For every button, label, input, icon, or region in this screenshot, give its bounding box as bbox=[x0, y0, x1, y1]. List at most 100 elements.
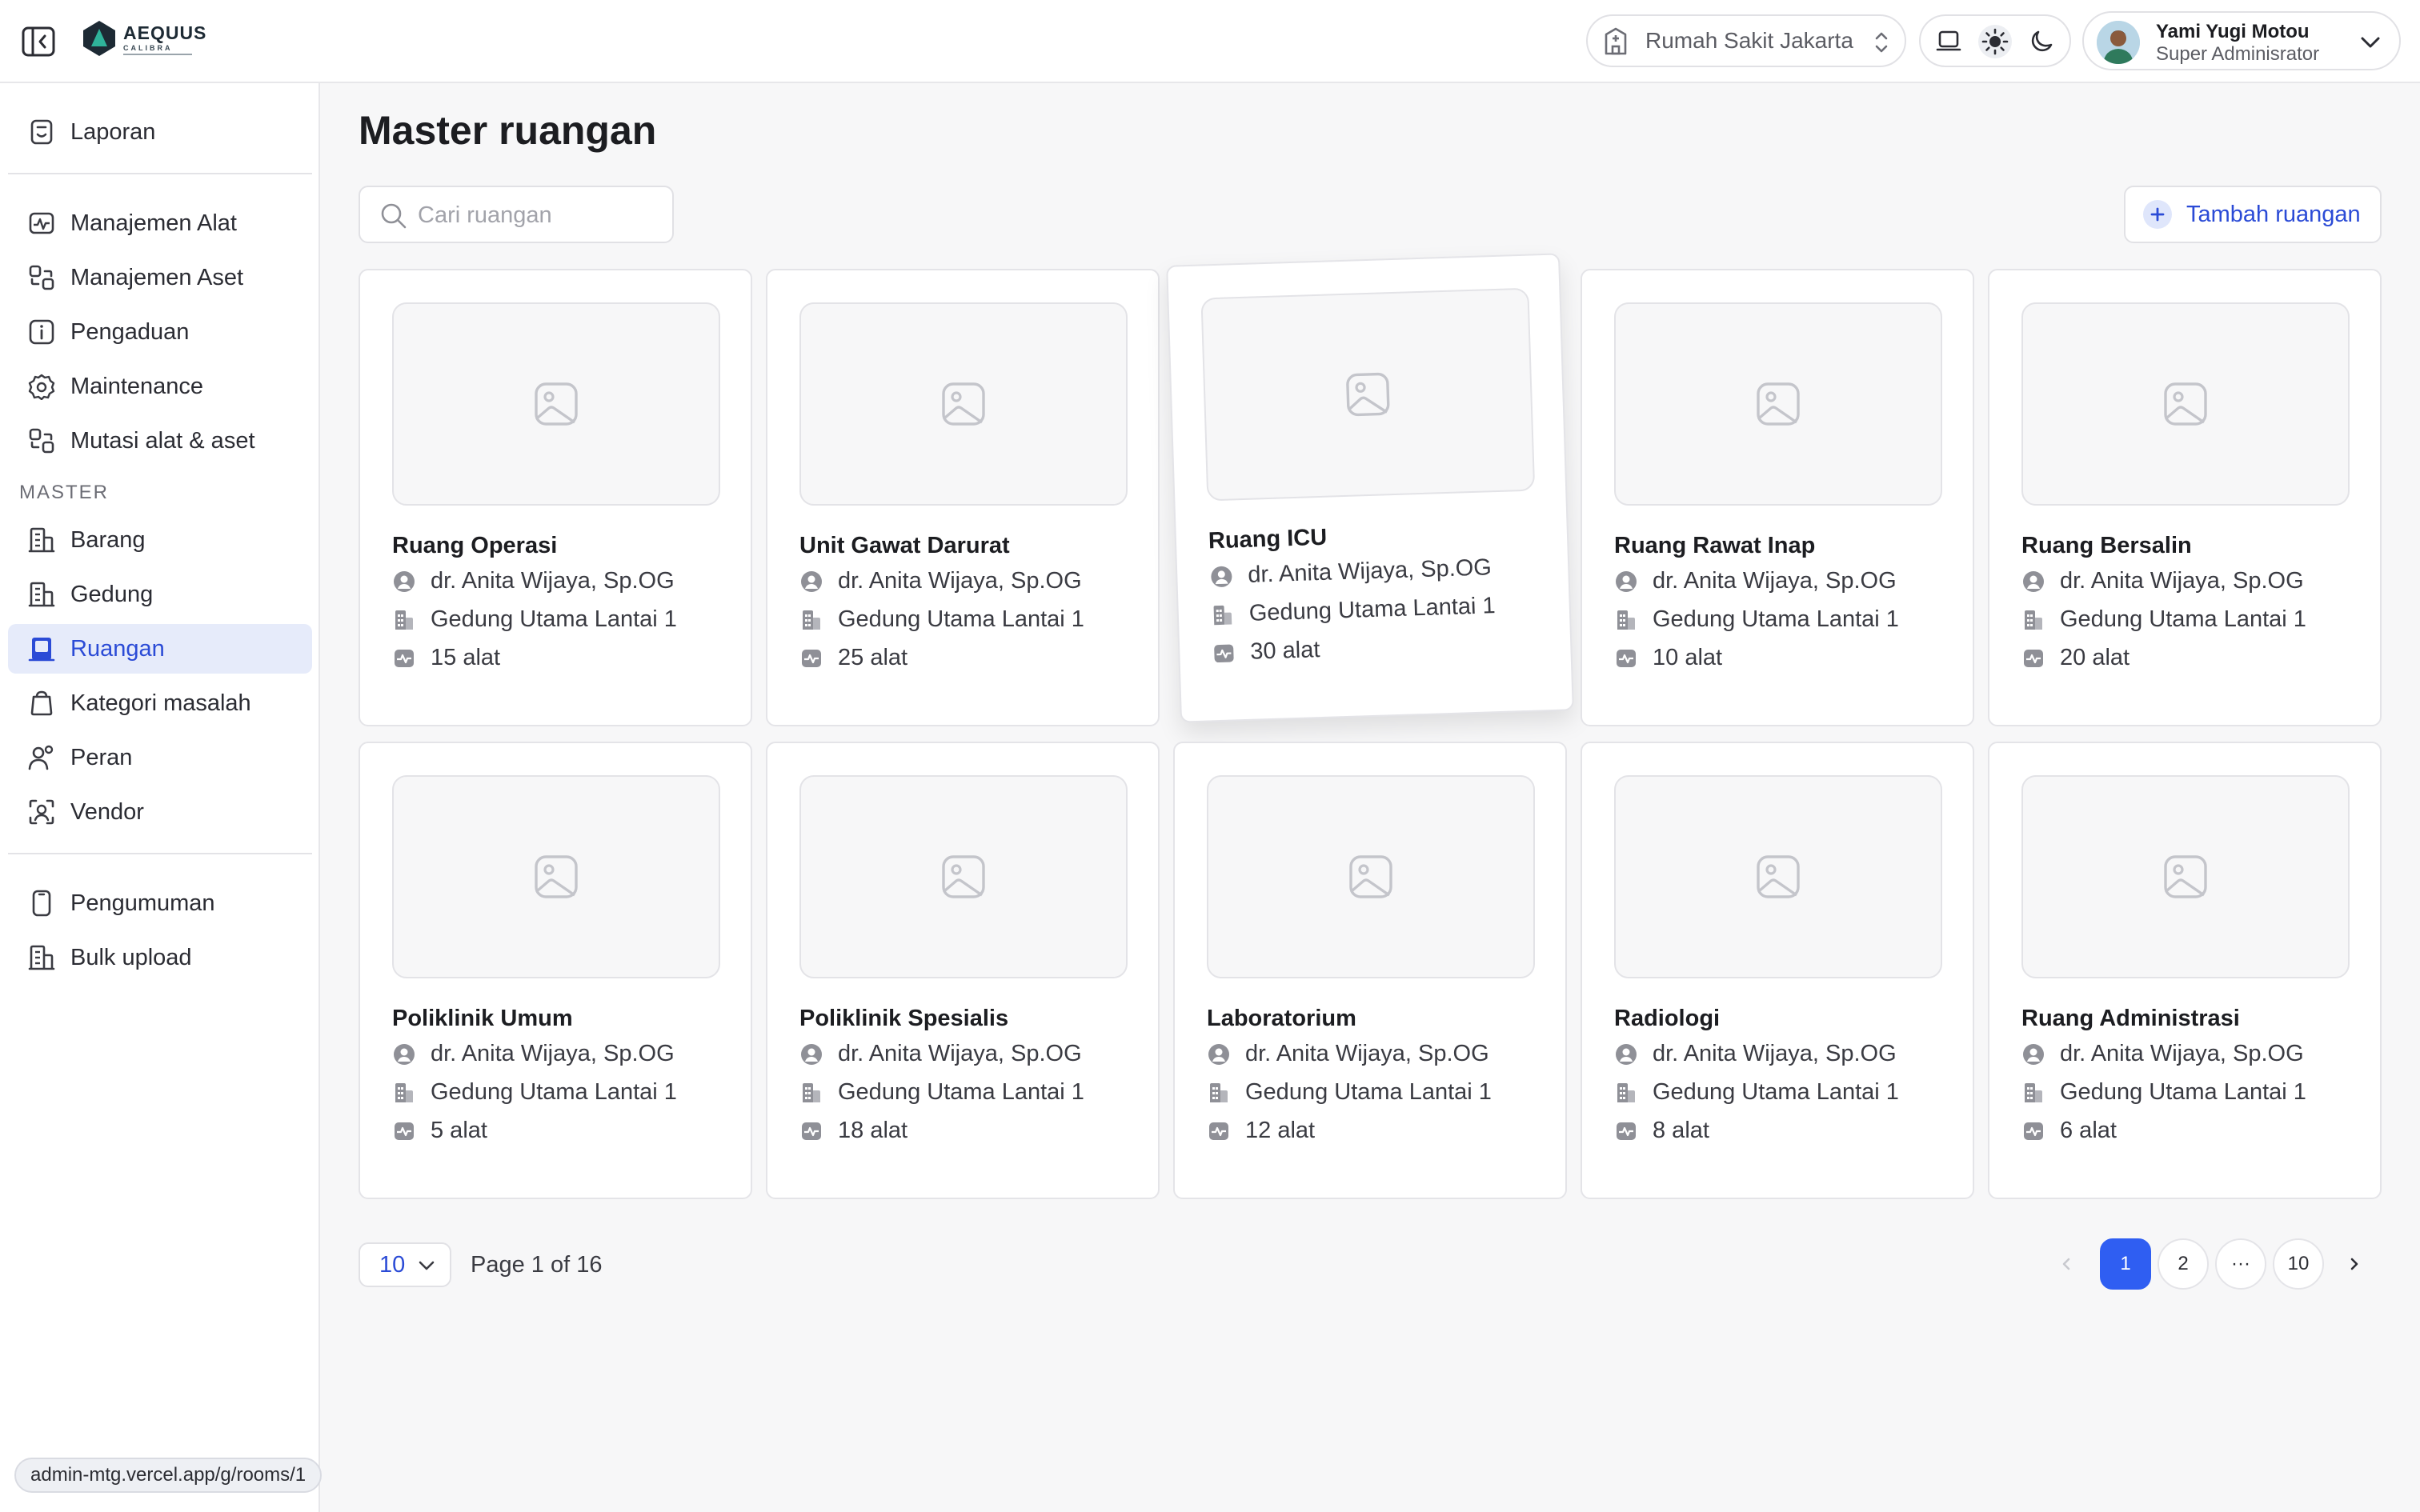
logo-text: AEQUUS bbox=[123, 22, 207, 43]
sidebar-item-pengaduan[interactable]: Pengaduan bbox=[8, 307, 312, 357]
search-box bbox=[359, 186, 674, 243]
page-button-1[interactable]: 1 bbox=[2100, 1238, 2151, 1290]
room-pic: dr. Anita Wijaya, Sp.OG bbox=[2021, 568, 2304, 594]
sidebar-item-laporan[interactable]: Laporan bbox=[8, 107, 312, 157]
page-button-10[interactable]: 10 bbox=[2273, 1238, 2324, 1290]
room-name: Ruang ICU bbox=[1208, 524, 1328, 554]
page-button-2[interactable]: 2 bbox=[2158, 1238, 2209, 1290]
sidebar-item-manajemen-aset[interactable]: Manajemen Aset bbox=[8, 253, 312, 302]
room-tool-count-text: 12 alat bbox=[1245, 1118, 1316, 1143]
room-pic: dr. Anita Wijaya, Sp.OG bbox=[1614, 568, 1897, 594]
sidebar-item-label: Manajemen Alat bbox=[70, 210, 237, 236]
vendor-icon bbox=[27, 798, 56, 826]
user-menu[interactable]: Yami Yugi Motou Super Adminisrator bbox=[2082, 11, 2401, 70]
image-placeholder-icon bbox=[2164, 382, 2207, 426]
sidebar-item-barang[interactable]: Barang bbox=[8, 515, 312, 565]
chevron-left-icon bbox=[2062, 1258, 2070, 1270]
logo-subtext: CALIBRA bbox=[123, 44, 173, 52]
hospital-select[interactable]: Rumah Sakit Jakarta bbox=[1586, 14, 1906, 67]
theme-dark-button[interactable] bbox=[2025, 25, 2058, 58]
room-tool-count: 20 alat bbox=[2021, 645, 2130, 671]
room-tool-count: 12 alat bbox=[1207, 1118, 1315, 1144]
sidebar-item-ruangan[interactable]: Ruangan bbox=[8, 624, 312, 674]
room-name: Ruang Rawat Inap bbox=[1614, 533, 1816, 558]
room-thumbnail bbox=[799, 775, 1128, 978]
room-pic: dr. Anita Wijaya, Sp.OG bbox=[1209, 554, 1492, 590]
building-icon bbox=[2021, 1081, 2045, 1105]
room-tool-count-text: 8 alat bbox=[1653, 1118, 1709, 1143]
room-thumbnail bbox=[1207, 775, 1535, 978]
sidebar-item-manajemen-alat[interactable]: Manajemen Alat bbox=[8, 198, 312, 248]
page-ellipsis: ··· bbox=[2215, 1238, 2266, 1290]
room-card-6[interactable]: Poliklinik Umum dr. Anita Wijaya, Sp.OG … bbox=[359, 742, 752, 1199]
room-tool-count-text: 30 alat bbox=[1249, 637, 1320, 665]
theme-switcher bbox=[1919, 14, 2071, 67]
next-page-button[interactable] bbox=[2329, 1238, 2380, 1290]
room-card-10[interactable]: Ruang Administrasi dr. Anita Wijaya, Sp.… bbox=[1988, 742, 2382, 1199]
prev-page-button[interactable] bbox=[2041, 1238, 2092, 1290]
sidebar-item-pengumuman[interactable]: Pengumuman bbox=[8, 878, 312, 928]
app-logo[interactable]: AEQUUS CALIBRA bbox=[82, 19, 210, 59]
building-icon bbox=[1207, 1081, 1231, 1105]
room-pic-text: dr. Anita Wijaya, Sp.OG bbox=[1245, 1041, 1489, 1066]
sidebar-toggle-button[interactable] bbox=[21, 26, 56, 58]
room-card-2[interactable]: Unit Gawat Darurat dr. Anita Wijaya, Sp.… bbox=[766, 269, 1160, 726]
sidebar-item-label: Laporan bbox=[70, 118, 156, 145]
room-thumbnail bbox=[2021, 302, 2350, 506]
image-placeholder-icon bbox=[1757, 382, 1800, 426]
room-card-8[interactable]: Laboratorium dr. Anita Wijaya, Sp.OG Ged… bbox=[1173, 742, 1567, 1199]
user-circle-icon bbox=[1207, 1042, 1231, 1066]
building-icon bbox=[392, 608, 416, 632]
room-card-7[interactable]: Poliklinik Spesialis dr. Anita Wijaya, S… bbox=[766, 742, 1160, 1199]
room-thumbnail bbox=[392, 302, 720, 506]
room-pic: dr. Anita Wijaya, Sp.OG bbox=[2021, 1041, 2304, 1067]
monitor-icon bbox=[1614, 646, 1638, 670]
per-page-select[interactable]: 10 bbox=[359, 1242, 451, 1287]
room-tool-count: 25 alat bbox=[799, 645, 908, 671]
sidebar-item-bulk-upload[interactable]: Bulk upload bbox=[8, 933, 312, 982]
monitor-icon bbox=[1207, 1119, 1231, 1143]
building-icon bbox=[1614, 1081, 1638, 1105]
room-thumbnail bbox=[2021, 775, 2350, 978]
logo-mark-icon bbox=[83, 21, 115, 56]
users-icon bbox=[27, 743, 56, 772]
room-card-3[interactable]: Ruang ICU dr. Anita Wijaya, Sp.OG Gedung… bbox=[1166, 253, 1574, 723]
sidebar-item-peran[interactable]: Peran bbox=[8, 733, 312, 782]
room-card-5[interactable]: Ruang Bersalin dr. Anita Wijaya, Sp.OG G… bbox=[1988, 269, 2382, 726]
image-placeholder-icon bbox=[942, 382, 985, 426]
theme-light-button[interactable] bbox=[1978, 25, 2012, 58]
room-thumbnail bbox=[1614, 302, 1942, 506]
gear-icon bbox=[27, 372, 56, 401]
sidebar-item-kategori-masalah[interactable]: Kategori masalah bbox=[8, 678, 312, 728]
sidebar-item-mutasi[interactable]: Mutasi alat & aset bbox=[8, 416, 312, 466]
room-building-text: Gedung Utama Lantai 1 bbox=[1248, 593, 1496, 626]
room-building-text: Gedung Utama Lantai 1 bbox=[2060, 606, 2306, 632]
sidebar-item-maintenance[interactable]: Maintenance bbox=[8, 362, 312, 411]
user-circle-icon bbox=[1209, 564, 1234, 589]
theme-system-button[interactable] bbox=[1932, 25, 1965, 58]
room-building: Gedung Utama Lantai 1 bbox=[1210, 593, 1496, 628]
monitor-icon bbox=[799, 1119, 823, 1143]
chevron-down-icon bbox=[2361, 37, 2380, 48]
building-icon bbox=[2021, 608, 2045, 632]
user-circle-icon bbox=[799, 1042, 823, 1066]
user-name: Yami Yugi Motou bbox=[2156, 21, 2310, 42]
user-circle-icon bbox=[1614, 1042, 1638, 1066]
sidebar-item-label: Manajemen Aset bbox=[70, 264, 244, 290]
sidebar-item-label: Gedung bbox=[70, 581, 154, 607]
user-circle-icon bbox=[2021, 570, 2045, 594]
room-name: Unit Gawat Darurat bbox=[799, 533, 1010, 558]
room-tool-count: 18 alat bbox=[799, 1118, 908, 1144]
add-room-button[interactable]: Tambah ruangan bbox=[2124, 186, 2382, 243]
room-pic-text: dr. Anita Wijaya, Sp.OG bbox=[431, 1041, 675, 1066]
sidebar-item-gedung[interactable]: Gedung bbox=[8, 570, 312, 619]
room-tool-count: 15 alat bbox=[392, 645, 500, 671]
room-card-1[interactable]: Ruang Operasi dr. Anita Wijaya, Sp.OG Ge… bbox=[359, 269, 752, 726]
room-thumbnail bbox=[392, 775, 720, 978]
hospital-icon bbox=[1605, 27, 1627, 55]
search-input[interactable] bbox=[418, 198, 658, 232]
room-card-4[interactable]: Ruang Rawat Inap dr. Anita Wijaya, Sp.OG… bbox=[1581, 269, 1974, 726]
user-circle-icon bbox=[2021, 1042, 2045, 1066]
room-card-9[interactable]: Radiologi dr. Anita Wijaya, Sp.OG Gedung… bbox=[1581, 742, 1974, 1199]
sidebar-item-vendor[interactable]: Vendor bbox=[8, 787, 312, 837]
